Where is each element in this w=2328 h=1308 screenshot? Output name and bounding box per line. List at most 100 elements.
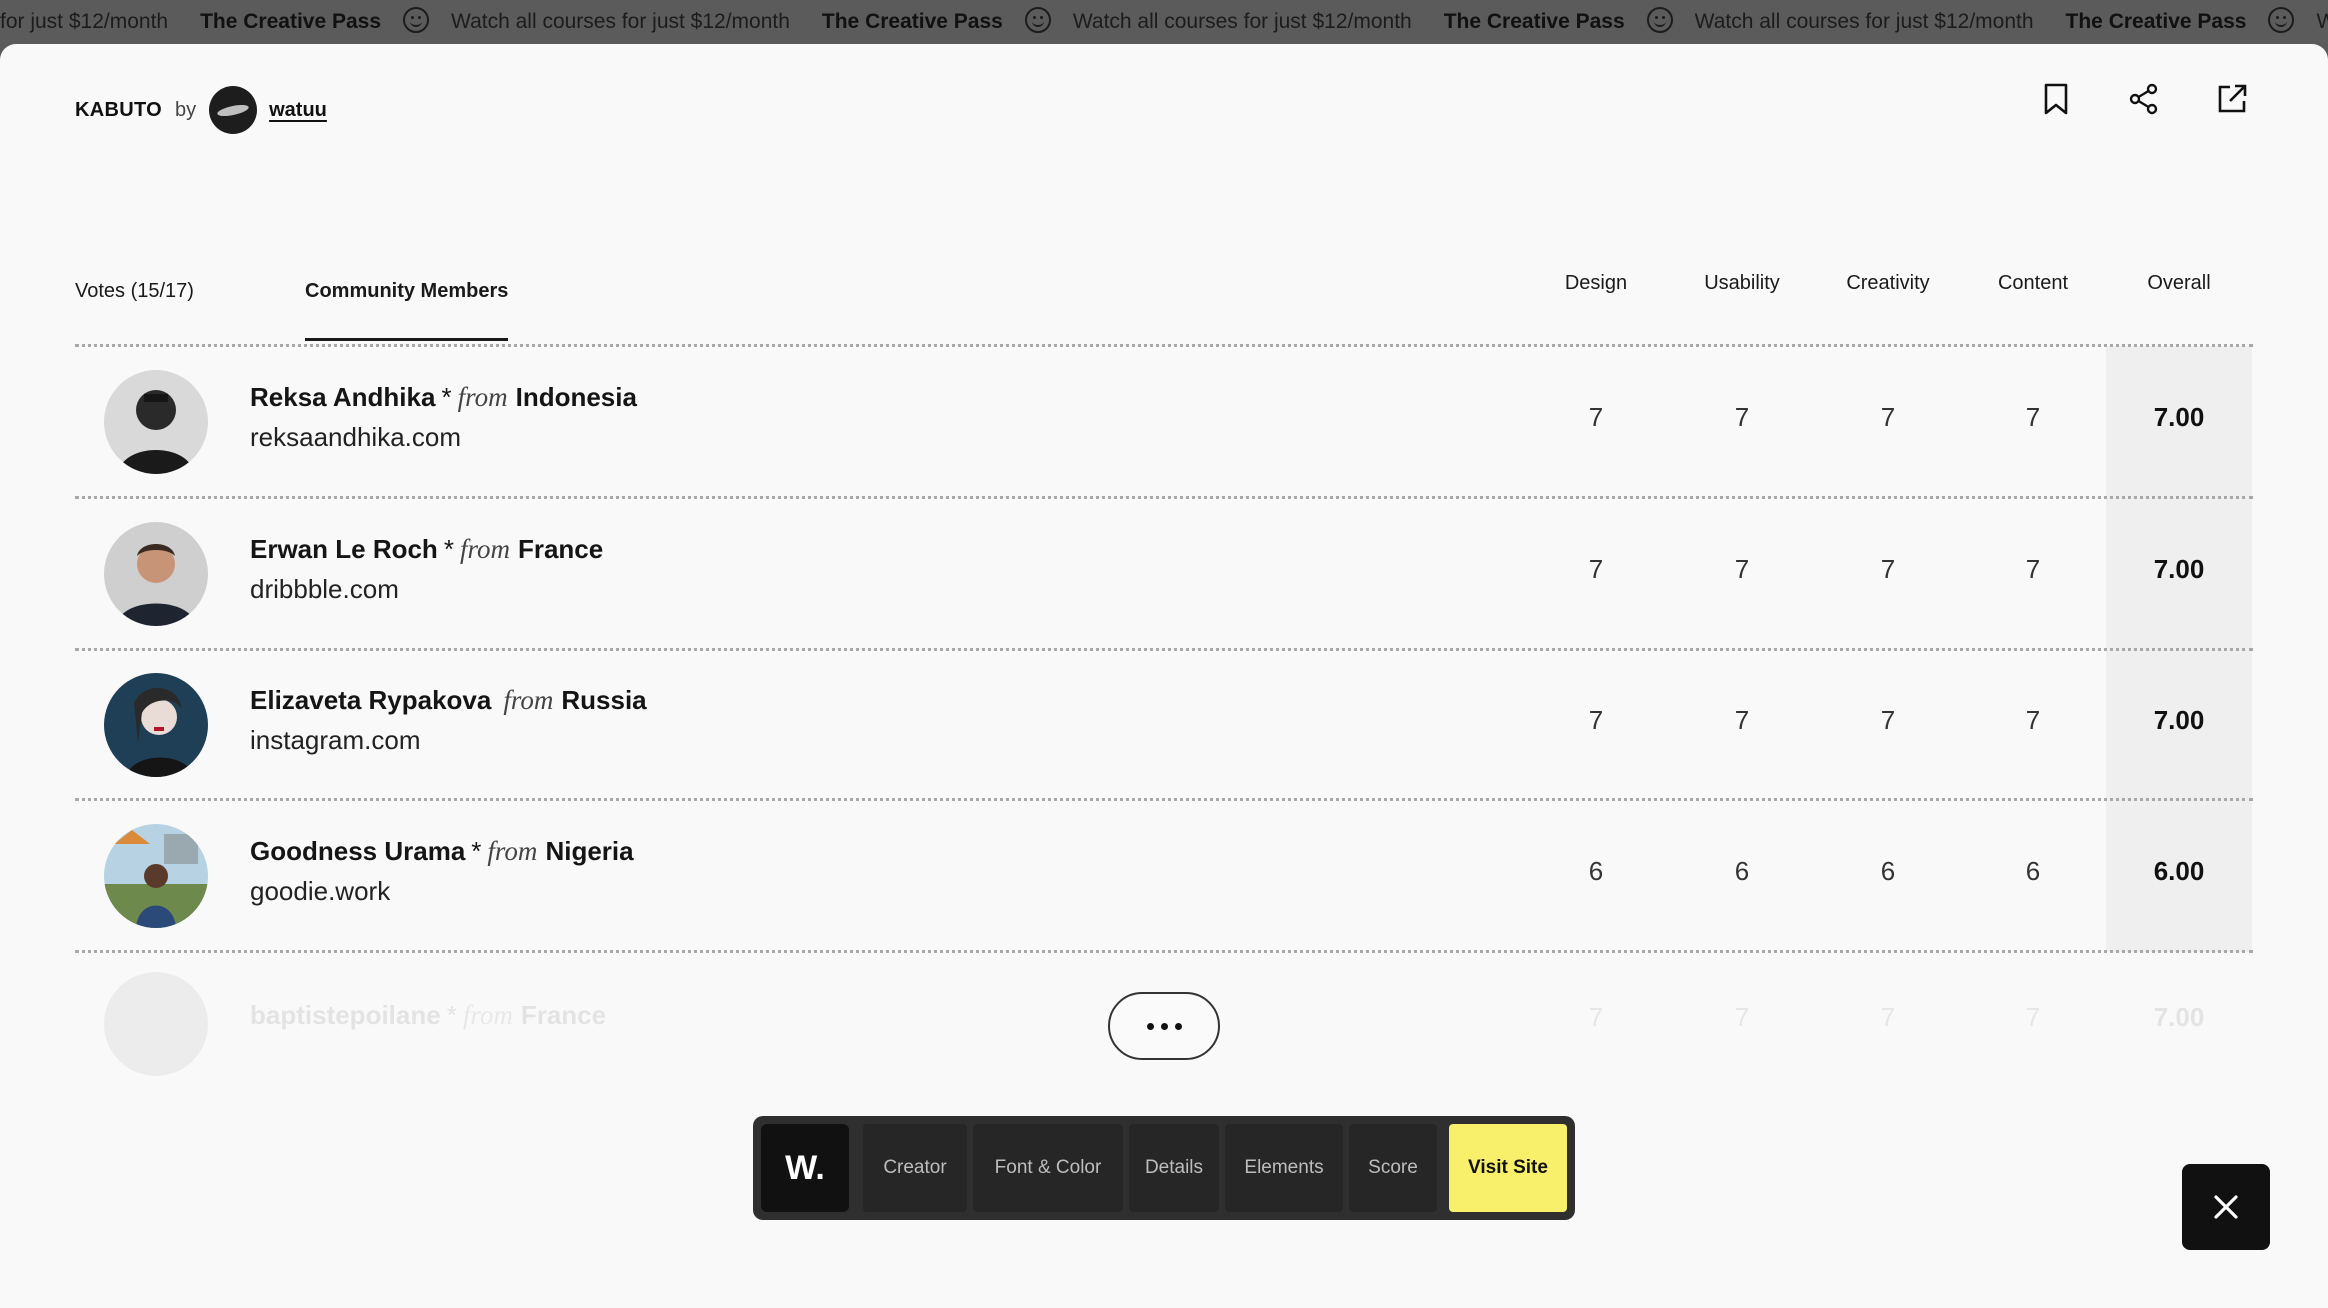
member-site-link[interactable]: reksaandhika.com	[250, 422, 461, 453]
member-name-line: Erwan Le Roch * from France	[250, 534, 603, 565]
score-creativity: 7	[1880, 402, 1896, 432]
score-usability: 7	[1734, 1002, 1750, 1032]
score-creativity: 7	[1880, 554, 1896, 584]
score-creativity: 6	[1880, 856, 1896, 886]
score-content: 7	[2025, 1002, 2041, 1032]
pro-star: *	[471, 836, 482, 866]
avatar[interactable]	[104, 370, 208, 474]
member-country: France	[517, 534, 604, 564]
external-link-icon[interactable]	[2211, 78, 2253, 120]
score-overall: 7.00	[2153, 705, 2205, 735]
member-site-link[interactable]: instagram.com	[250, 725, 421, 756]
more-dot	[1174, 1022, 1182, 1030]
smile-icon	[403, 7, 430, 33]
show-more-button[interactable]	[1108, 992, 1220, 1060]
toolbar-elements-button[interactable]: Elements	[1225, 1124, 1343, 1212]
marquee-title: The Creative Pass	[1443, 10, 1625, 33]
score-overall: 6.00	[2153, 856, 2205, 886]
pro-star: *	[446, 1000, 457, 1030]
from-label: from	[487, 836, 538, 866]
member-country: Indonesia	[515, 382, 637, 412]
member-name: Reksa Andhika	[250, 382, 436, 412]
from-label: from	[457, 382, 508, 412]
member-name-line: Elizaveta Rypakova from Russia	[250, 685, 647, 716]
marquee-text: Watch all c	[2316, 10, 2328, 33]
promo-marquee[interactable]: for just $12/month The Creative Pass Watch…	[0, 0, 2328, 44]
from-label: from	[462, 1000, 513, 1030]
toolbar-font-color-button[interactable]: Font & Color	[973, 1124, 1123, 1212]
avatar[interactable]	[104, 522, 208, 626]
marquee-title: The Creative Pass	[821, 10, 1003, 33]
score-usability: 7	[1734, 402, 1750, 432]
toolbar-creator-button[interactable]: Creator	[863, 1124, 967, 1212]
table-row: Elizaveta Rypakova from Russia instagram.c…	[0, 649, 2328, 799]
smile-icon	[2268, 7, 2295, 33]
member-name: baptistepoilane	[250, 1000, 441, 1030]
smile-icon	[1024, 7, 1051, 33]
share-icon[interactable]	[2123, 78, 2165, 120]
pro-star: *	[441, 382, 452, 412]
avatar[interactable]	[104, 673, 208, 777]
column-design: Design	[1564, 272, 1628, 294]
score-overall: 7.00	[2153, 554, 2205, 584]
header-actions	[2035, 78, 2253, 120]
bottom-toolbar: W. Creator Font & Color Details Elements…	[753, 1116, 1575, 1220]
score-usability: 6	[1734, 856, 1750, 886]
column-creativity: Creativity	[1846, 272, 1930, 294]
from-label: from	[503, 685, 554, 715]
member-name: Erwan Le Roch	[250, 534, 438, 564]
score-content: 6	[2025, 856, 2041, 886]
score-design: 7	[1588, 554, 1604, 584]
by-label: by	[175, 98, 197, 121]
score-column-headers: Design Usability Creativity Content Over…	[0, 272, 2328, 302]
column-overall: Overall	[2147, 272, 2211, 294]
marquee-text: Watch all courses for just $12/month	[451, 10, 790, 33]
author-link[interactable]: watuu	[269, 99, 327, 122]
member-name-line: Reksa Andhika * from Indonesia	[250, 382, 637, 413]
score-usability: 7	[1734, 705, 1750, 735]
marquee-track: for just $12/month The Creative Pass Watch…	[0, 0, 2328, 44]
smile-icon	[1646, 7, 1673, 33]
from-label: from	[459, 534, 510, 564]
marquee-text: for just $12/month	[0, 10, 169, 33]
toolbar-details-button[interactable]: Details	[1129, 1124, 1219, 1212]
score-design: 7	[1588, 1002, 1604, 1032]
member-name: Goodness Urama	[250, 836, 466, 866]
marquee-text: Watch all courses for just $12/month	[1072, 10, 1412, 33]
member-name-line: Goodness Urama * from Nigeria	[250, 836, 634, 867]
marquee-title: The Creative Pass	[200, 10, 382, 33]
table-row: Goodness Urama * from Nigeria goodie.work 6…	[0, 800, 2328, 950]
more-dot	[1160, 1022, 1168, 1030]
divider	[75, 950, 2253, 953]
avatar[interactable]	[104, 972, 208, 1076]
member-country: Nigeria	[545, 836, 634, 866]
marquee-title: The Creative Pass	[2065, 10, 2247, 33]
member-name-line: baptistepoilane * from France	[250, 1000, 606, 1031]
score-creativity: 7	[1880, 705, 1896, 735]
visit-site-button[interactable]: Visit Site	[1449, 1124, 1567, 1212]
avatar[interactable]	[104, 824, 208, 928]
toolbar-score-button[interactable]: Score	[1349, 1124, 1437, 1212]
member-country: Russia	[561, 685, 647, 715]
member-site-link[interactable]: goodie.work	[250, 876, 390, 907]
score-content: 7	[2025, 554, 2041, 584]
close-button[interactable]	[2182, 1164, 2270, 1250]
score-design: 7	[1588, 402, 1604, 432]
column-usability: Usability	[1704, 272, 1780, 294]
toolbar-nav: Creator Font & Color Details Elements Sc…	[859, 1124, 1441, 1212]
table-row: Erwan Le Roch * from France dribbble.com 7 …	[0, 498, 2328, 648]
marquee-text: Watch all courses for just $12/month	[1694, 10, 2034, 33]
pro-star: *	[443, 534, 454, 564]
score-creativity: 7	[1880, 1002, 1896, 1032]
close-icon	[2214, 1195, 2238, 1219]
score-usability: 7	[1734, 554, 1750, 584]
author-avatar[interactable]	[209, 86, 258, 134]
site-logo[interactable]: W.	[761, 1124, 849, 1212]
score-content: 7	[2025, 402, 2041, 432]
score-design: 6	[1588, 856, 1604, 886]
bookmark-icon[interactable]	[2035, 78, 2077, 120]
member-site-link[interactable]: dribbble.com	[250, 574, 399, 605]
score-overall: 7.00	[2153, 1002, 2205, 1032]
member-country: France	[520, 1000, 607, 1030]
score-overall: 7.00	[2153, 402, 2205, 432]
